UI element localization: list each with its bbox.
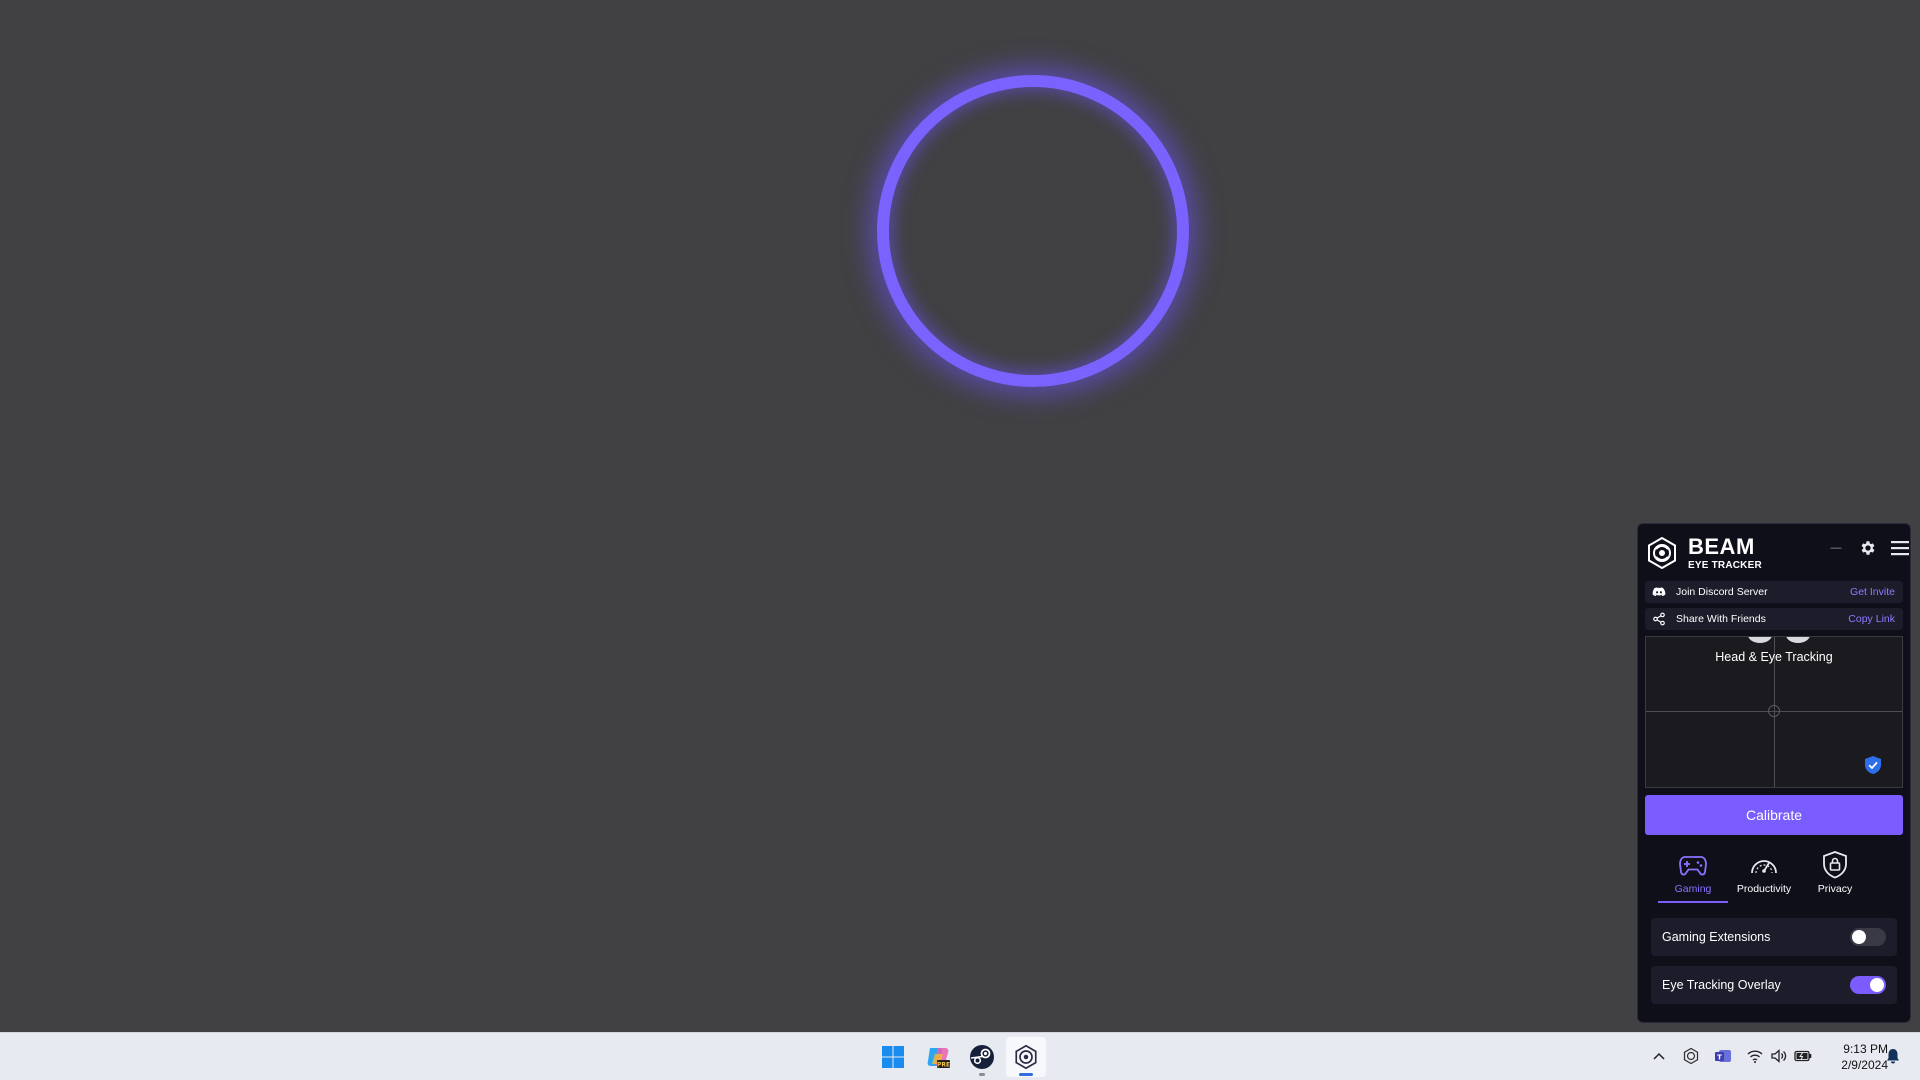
tab-gaming[interactable]: Gaming <box>1658 849 1728 903</box>
share-row: Share With Friends Copy Link <box>1645 608 1903 630</box>
calibrate-button[interactable]: Calibrate <box>1645 795 1903 835</box>
discord-label: Join Discord Server <box>1676 586 1768 598</box>
teams-icon: T <box>1715 1050 1731 1062</box>
gaming-extensions-toggle[interactable] <box>1850 928 1886 946</box>
panel-header: BEAM EYE TRACKER — <box>1646 532 1909 576</box>
notifications-button[interactable] <box>1882 1045 1904 1067</box>
gaming-extensions-row: Gaming Extensions <box>1651 918 1897 956</box>
steam-icon <box>970 1045 994 1069</box>
taskbar: PRE T 9:13 PM 2/9/2024 <box>0 1032 1920 1080</box>
windows-start-icon <box>882 1046 904 1068</box>
eye-tracking-overlay-row: Eye Tracking Overlay <box>1651 966 1897 1004</box>
clock-time: 9:13 PM <box>1843 1042 1888 1056</box>
clock[interactable]: 9:13 PM 2/9/2024 <box>1816 1041 1888 1073</box>
tab-gaming-label: Gaming <box>1674 883 1712 895</box>
start-button[interactable] <box>873 1037 913 1077</box>
hamburger-menu-icon <box>1891 541 1909 556</box>
wifi-button[interactable] <box>1744 1045 1766 1067</box>
tab-productivity-label: Productivity <box>1736 883 1792 895</box>
tab-productivity[interactable]: Productivity <box>1729 849 1799 901</box>
tab-privacy-label: Privacy <box>1817 883 1853 895</box>
tracking-mode-label: Head & Eye Tracking <box>1715 650 1833 664</box>
discord-icon <box>1652 587 1666 597</box>
speedometer-icon <box>1751 860 1777 874</box>
app-title: BEAM <box>1688 534 1755 559</box>
share-icon <box>1653 612 1665 626</box>
gaze-overlay-ring <box>877 75 1189 387</box>
copy-link-button[interactable]: Copy Link <box>1848 613 1895 625</box>
app-subtitle: EYE TRACKER <box>1688 560 1762 571</box>
eye-tracking-overlay-label: Eye Tracking Overlay <box>1662 978 1781 992</box>
discord-row: Join Discord Server Get Invite <box>1645 581 1903 603</box>
copilot-taskbar-button[interactable]: PRE <box>918 1037 958 1077</box>
beam-tray-icon <box>1683 1048 1699 1064</box>
beam-eye-tracker-icon <box>1015 1045 1037 1069</box>
minimize-icon: — <box>1830 542 1842 554</box>
beam-logo-icon <box>1648 537 1676 569</box>
gamepad-icon <box>1679 856 1707 876</box>
teams-tray-button[interactable]: T <box>1712 1045 1734 1067</box>
active-indicator <box>1019 1073 1033 1076</box>
mode-tabs: Gaming Productivity Privacy <box>1658 849 1890 903</box>
speaker-icon <box>1771 1049 1787 1063</box>
beam-tray-button[interactable] <box>1680 1045 1702 1067</box>
battery-button[interactable] <box>1792 1045 1814 1067</box>
gear-icon <box>1861 541 1875 555</box>
eye-tracking-overlay-toggle[interactable] <box>1850 976 1886 994</box>
toggle-knob <box>1870 978 1884 992</box>
settings-button[interactable] <box>1856 536 1880 560</box>
tracking-preview: Head & Eye Tracking <box>1645 636 1903 788</box>
wifi-icon <box>1747 1050 1763 1063</box>
preview-center-marker <box>1768 705 1780 717</box>
shield-check-icon <box>1865 756 1881 774</box>
beam-taskbar-button[interactable] <box>1006 1037 1046 1077</box>
chevron-up-icon <box>1653 1052 1665 1060</box>
svg-text:T: T <box>1717 1054 1722 1062</box>
show-hidden-icons-button[interactable] <box>1648 1045 1670 1067</box>
running-indicator <box>979 1073 985 1076</box>
beam-eye-tracker-panel: BEAM EYE TRACKER — Join Discord Server G… <box>1637 523 1911 1023</box>
share-label: Share With Friends <box>1676 613 1766 625</box>
copilot-pre-icon: PRE <box>927 1048 950 1069</box>
battery-charging-icon <box>1794 1050 1812 1062</box>
desktop <box>0 0 1920 1032</box>
toggle-knob <box>1852 930 1866 944</box>
head-indicator-left <box>1748 637 1772 643</box>
volume-button[interactable] <box>1768 1045 1790 1067</box>
menu-button[interactable] <box>1888 536 1912 560</box>
tab-privacy[interactable]: Privacy <box>1800 849 1870 901</box>
get-invite-link[interactable]: Get Invite <box>1850 586 1895 598</box>
svg-text:PRE: PRE <box>937 1062 950 1069</box>
clock-date: 2/9/2024 <box>1841 1058 1888 1072</box>
head-indicator-right <box>1786 637 1810 643</box>
minimize-button[interactable]: — <box>1824 536 1848 560</box>
gaming-extensions-label: Gaming Extensions <box>1662 930 1771 944</box>
shield-lock-icon <box>1823 851 1847 879</box>
steam-taskbar-button[interactable] <box>962 1037 1002 1077</box>
bell-icon <box>1887 1049 1899 1064</box>
